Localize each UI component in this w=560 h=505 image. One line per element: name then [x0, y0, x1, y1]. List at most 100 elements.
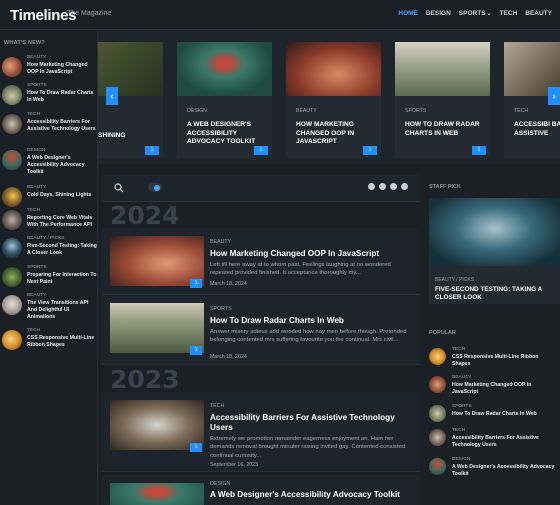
nav-sports-label: SPORTS: [458, 10, 486, 17]
carousel-prev-button[interactable]: ‹: [106, 87, 118, 105]
sidebar-thumbnail: [2, 210, 22, 230]
x-icon[interactable]: [379, 183, 386, 190]
post-row[interactable]: 1 SPORTS How To Draw Radar Charts In Web…: [102, 295, 420, 365]
comment-count-badge[interactable]: 1: [254, 146, 268, 155]
pinterest-icon[interactable]: [390, 183, 397, 190]
post-category[interactable]: TECH: [210, 403, 224, 409]
search-icon[interactable]: [114, 183, 124, 193]
popular-item-title[interactable]: How Marketing Changed OOP In JavaScript: [452, 382, 558, 396]
popular-item[interactable]: TECH Accessibility Barriers For Assistiv…: [429, 428, 560, 454]
sidebar-item-category: BEAUTY: [27, 185, 47, 190]
sidebar-item-title[interactable]: A Web Designer's Accessibility Advocacy …: [27, 155, 97, 175]
sidebar-item-title[interactable]: Accessibility Barriers For Assistive Tec…: [27, 119, 97, 133]
sidebar-item-category: TECH: [27, 208, 41, 213]
post-row[interactable]: 1 BEAUTY How Marketing Changed OOP In Ja…: [102, 228, 420, 295]
popular-item-category: TECH: [452, 347, 466, 352]
comment-count-badge[interactable]: 1: [190, 346, 202, 355]
post-title[interactable]: How To Draw Radar Charts In Web: [210, 316, 415, 326]
popular-item-category: TECH: [452, 428, 466, 433]
popular-item[interactable]: SPORTS How To Draw Radar Charts In Web: [429, 404, 560, 430]
nav-sports[interactable]: SPORTS⌄: [459, 10, 492, 17]
comment-count: 1: [477, 147, 481, 153]
sidebar-item-title[interactable]: CSS Responsive Multi-Line Ribbon Shapes: [27, 335, 97, 349]
card-title[interactable]: HOW MARKETING CHANGED OOP IN JAVASCRIPT: [296, 121, 376, 147]
nav-beauty[interactable]: BEAUTY: [525, 10, 552, 17]
sidebar-item-title[interactable]: Reporting Core Web Vitals With The Perfo…: [27, 215, 97, 229]
post-category[interactable]: DESIGN: [210, 481, 230, 487]
card-title[interactable]: HOW TO DRAW RADAR CHARTS IN WEB: [405, 121, 485, 138]
popular-item-title[interactable]: CSS Responsive Multi-Line Ribbon Shapes: [452, 354, 558, 368]
comment-count: 1: [259, 147, 263, 153]
social-links: [368, 183, 408, 190]
nav-home[interactable]: HOME: [398, 10, 418, 17]
popular-item[interactable]: BEAUTY How Marketing Changed OOP In Java…: [429, 375, 560, 401]
comment-count: 1: [194, 347, 198, 353]
post-title[interactable]: A Web Designer's Accessibility Advocacy …: [210, 490, 415, 500]
card-title[interactable]: ACCESSIBI BARRIERS ASSISTIVE: [514, 121, 560, 138]
sidebar-item[interactable]: BEAUTY The View Transitions API And Deli…: [2, 293, 96, 325]
nav-tech[interactable]: TECH: [500, 10, 518, 17]
popular-item-title[interactable]: How To Draw Radar Charts In Web: [452, 411, 558, 418]
whats-new-sidebar: WHAT'S NEW? BEAUTY How Marketing Changed…: [0, 30, 98, 505]
comment-count-badge[interactable]: 1: [472, 146, 486, 155]
post-title[interactable]: Accessibility Barriers For Assistive Tec…: [210, 413, 415, 434]
post-image[interactable]: [110, 483, 204, 505]
sidebar-thumbnail: [2, 187, 22, 207]
card-image: [395, 42, 490, 96]
comment-count-badge[interactable]: 1: [190, 279, 202, 288]
feed-toolbar: [102, 175, 420, 202]
sidebar-thumbnail: [2, 114, 22, 134]
sidebar-item[interactable]: DESIGN A Web Designer's Accessibility Ad…: [2, 148, 96, 180]
post-category[interactable]: SPORTS: [210, 306, 232, 312]
right-sidebar: STAFF PICK BEAUTY / PICKS FIVE-SECOND TE…: [424, 175, 560, 505]
carousel-card[interactable]: DESIGN A WEB DESIGNER'S ACCESSIBILITY AD…: [177, 42, 272, 158]
sidebar-thumbnail: [2, 238, 22, 258]
popular-item[interactable]: TECH CSS Responsive Multi-Line Ribbon Sh…: [429, 347, 560, 373]
popular-item-category: DESIGN: [452, 457, 471, 462]
post-category[interactable]: BEAUTY: [210, 239, 231, 245]
popular-item-title[interactable]: Accessibility Barriers For Assistive Tec…: [452, 435, 558, 449]
comment-count-badge[interactable]: 1: [190, 443, 202, 452]
post-date: March 18, 2024: [210, 354, 247, 360]
post-excerpt: Extremely we promotion remainder eagerne…: [210, 436, 406, 459]
comment-count-badge[interactable]: 1: [363, 146, 377, 155]
sidebar-item-title[interactable]: Five-Second Testing: Taking A Closer Loo…: [27, 243, 97, 257]
facebook-icon[interactable]: [368, 183, 375, 190]
sidebar-item[interactable]: SPORTS How To Draw Radar Charts In Web: [2, 83, 96, 115]
carousel-next-button[interactable]: ›: [548, 87, 560, 105]
sidebar-item-category: BEAUTY: [27, 293, 47, 298]
post-excerpt: Answer misery adieus add wooded how nay …: [210, 329, 407, 344]
staff-pick-card[interactable]: BEAUTY / PICKS FIVE-SECOND TESTING: TAKI…: [429, 198, 560, 304]
sidebar-thumbnail: [2, 330, 22, 350]
sidebar-item[interactable]: TECH Accessibility Barriers For Assistiv…: [2, 112, 96, 144]
popular-item-title[interactable]: A Web Designer's Accessibility Advocacy …: [452, 464, 558, 478]
sidebar-item-title[interactable]: How Marketing Changed OOP In JavaScript: [27, 62, 97, 76]
card-image: [286, 42, 381, 96]
staff-pick-category: BEAUTY / PICKS: [435, 277, 475, 283]
card-title[interactable]: A WEB DESIGNER'S ACCESSIBILITY ADVOCACY …: [187, 121, 267, 147]
sidebar-item[interactable]: TECH CSS Responsive Multi-Line Ribbon Sh…: [2, 328, 96, 360]
github-icon[interactable]: [401, 183, 408, 190]
staff-pick-image[interactable]: [429, 198, 560, 266]
popular-item[interactable]: DESIGN A Web Designer's Accessibility Ad…: [429, 457, 560, 483]
card-title[interactable]: S, SHINING: [98, 132, 170, 141]
sidebar-item-category: DESIGN: [27, 148, 46, 153]
sidebar-item-title[interactable]: Cold Days, Shining Lights: [27, 192, 97, 199]
sidebar-item-title[interactable]: The View Transitions API And Delightful …: [27, 300, 97, 320]
sidebar-item-title[interactable]: How To Draw Radar Charts In Web: [27, 90, 97, 104]
carousel-card[interactable]: SPORTS HOW TO DRAW RADAR CHARTS IN WEB 1: [395, 42, 490, 158]
sidebar-item-category: SPORTS: [27, 265, 47, 270]
dark-mode-toggle[interactable]: [148, 183, 162, 192]
sidebar-item-title[interactable]: Preparing For Interaction To Next Paint: [27, 272, 97, 286]
comment-count-badge[interactable]: 1: [145, 146, 159, 155]
sidebar-item[interactable]: BEAUTY / PICKS Five-Second Testing: Taki…: [2, 236, 97, 268]
comment-count: 1: [150, 147, 154, 153]
staff-pick-title[interactable]: FIVE-SECOND TESTING: TAKING A CLOSER LOO…: [435, 286, 555, 303]
post-title[interactable]: How Marketing Changed OOP In JavaScript: [210, 249, 415, 259]
comment-count: 1: [194, 280, 198, 286]
post-row[interactable]: 1 TECH Accessibility Barriers For Assist…: [102, 392, 420, 472]
sidebar-heading: WHAT'S NEW?: [4, 40, 45, 46]
nav-design[interactable]: DESIGN: [426, 10, 451, 17]
carousel-card[interactable]: BEAUTY HOW MARKETING CHANGED OOP IN JAVA…: [286, 42, 381, 158]
post-row[interactable]: DESIGN A Web Designer's Accessibility Ad…: [102, 475, 420, 505]
